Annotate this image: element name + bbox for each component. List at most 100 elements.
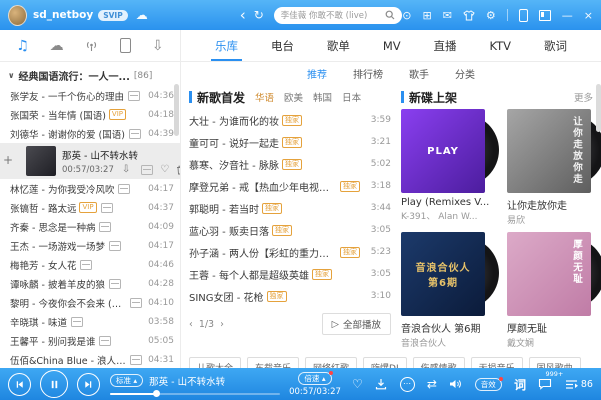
new-song-row[interactable]: 孙子涵 - 两人份【彩虹的重力电视...独家5:23 xyxy=(189,241,391,263)
lang-tab-0[interactable]: 华语 xyxy=(255,90,274,104)
avatar[interactable] xyxy=(8,5,27,26)
mv-icon[interactable] xyxy=(141,165,153,175)
cloud-disk-icon[interactable]: ☁ xyxy=(50,39,64,53)
comments-button[interactable]: 999+ xyxy=(538,378,552,390)
album-cover[interactable]: PLAY xyxy=(401,109,485,193)
new-song-row[interactable]: 王蓉 - 每个人都是超级英雄独家3:05 xyxy=(189,263,391,285)
main-tab-2[interactable]: 歌单 xyxy=(327,30,350,61)
sub-tab-1[interactable]: 排行榜 xyxy=(353,66,383,81)
lang-tab-3[interactable]: 日本 xyxy=(342,90,361,104)
main-tab-4[interactable]: 直播 xyxy=(434,30,457,61)
lang-tab-2[interactable]: 韩国 xyxy=(313,90,332,104)
tag-4[interactable]: 伤感情歌 xyxy=(413,357,465,368)
playlist-song-row[interactable]: 谭咏麟 - 披着羊皮的狼04:28 xyxy=(0,274,180,293)
sub-tab-3[interactable]: 分类 xyxy=(455,66,475,81)
sound-effect-button[interactable]: 音效 xyxy=(475,378,502,391)
new-song-row[interactable]: 蓝心羽 - 贩卖日落独家3:05 xyxy=(189,219,391,241)
playlist-song-row[interactable]: 辛晓琪 - 味道03:58 xyxy=(0,312,180,331)
more-options-icon[interactable]: ⋯ xyxy=(400,377,415,392)
search-icon[interactable] xyxy=(385,10,395,20)
playlist-song-row[interactable]: 黎明 - 今夜你会不会来 (国语)04:10 xyxy=(0,293,180,312)
album-card[interactable]: 厚颜无耻厚颜无耻戴文娴 xyxy=(507,232,601,349)
mv-icon[interactable] xyxy=(109,241,121,251)
main-tab-3[interactable]: MV xyxy=(383,30,401,61)
skin-icon[interactable] xyxy=(463,10,475,21)
new-song-row[interactable]: 摩登兄弟 - 戒【热血少年电视剧片...独家3:18 xyxy=(189,175,391,197)
radio-icon[interactable] xyxy=(84,39,99,52)
current-song-thumbnail[interactable] xyxy=(26,146,56,176)
main-tab-1[interactable]: 电台 xyxy=(271,30,294,61)
previous-button[interactable] xyxy=(8,373,31,396)
album-cover[interactable]: 厚颜无耻 xyxy=(507,232,591,316)
quality-selector[interactable]: 标准 ▴ xyxy=(110,374,143,387)
mv-icon[interactable] xyxy=(128,91,140,101)
new-song-row[interactable]: 慕寒、汐音社 - 脉脉独家5:02 xyxy=(189,153,391,175)
refresh-icon[interactable]: ↻ xyxy=(254,9,264,21)
playlist-song-row[interactable]: 齐秦 - 思念是一种病04:09 xyxy=(0,217,180,236)
album-cover[interactable]: 让你走放你走 xyxy=(507,109,591,193)
chevron-down-icon[interactable]: ∨ xyxy=(8,71,15,80)
mv-icon[interactable] xyxy=(129,129,141,139)
username[interactable]: sd_netboy xyxy=(33,9,93,21)
music-library-icon[interactable]: ♫ xyxy=(16,39,29,53)
progress-knob[interactable] xyxy=(153,390,160,397)
favorite-heart-icon[interactable]: ♡ xyxy=(352,378,363,390)
playlist-song-row[interactable]: 王馨平 - 别问我是谁05:05 xyxy=(0,331,180,350)
album-title[interactable]: 让你走放你走 xyxy=(507,197,601,212)
new-song-row[interactable]: SING女团 - 花枪独家3:10 xyxy=(189,285,391,307)
download-icon[interactable]: ⇩ xyxy=(122,165,130,175)
page-prev-icon[interactable]: ‹ xyxy=(189,319,193,330)
main-tab-5[interactable]: KTV xyxy=(489,30,511,61)
tag-6[interactable]: 国风歌曲 xyxy=(529,357,581,368)
new-song-row[interactable]: 郭聪明 - 若当时独家3:44 xyxy=(189,197,391,219)
sub-tab-2[interactable]: 歌手 xyxy=(409,66,429,81)
tag-2[interactable]: 网络红歌 xyxy=(305,357,357,368)
music-recognition-icon[interactable]: ⊙ xyxy=(402,10,411,21)
device-icon[interactable] xyxy=(120,38,131,53)
progress-bar[interactable] xyxy=(110,393,280,395)
mini-mode-icon[interactable] xyxy=(539,10,551,21)
search-input[interactable]: 李佳薇 你敢不敢 (live) xyxy=(274,7,402,24)
play-queue-button[interactable]: 86 xyxy=(565,379,593,390)
new-song-row[interactable]: 童可可 - 说好一起走独家3:21 xyxy=(189,131,391,153)
apps-grid-icon[interactable]: ⊞ xyxy=(422,10,431,21)
album-title[interactable]: 音浪合伙人 第6期 xyxy=(401,320,499,335)
tag-0[interactable]: 儿歌大全 xyxy=(189,357,241,368)
minimize-icon[interactable]: — xyxy=(562,10,573,21)
lyrics-button[interactable]: 词 xyxy=(514,376,526,393)
playlist-song-row[interactable]: 林忆莲 - 为你我受冷风吹04:17 xyxy=(0,179,180,198)
playlist-song-row[interactable]: 张国荣 - 当年情 (国语)VIP04:18 xyxy=(0,105,180,124)
mv-icon[interactable] xyxy=(99,336,111,346)
album-cover[interactable]: 音浪合伙人第6期 xyxy=(401,232,485,316)
mv-icon[interactable] xyxy=(99,222,111,232)
play-mode-icon[interactable]: ⇄ xyxy=(427,378,437,390)
playlist-song-row[interactable]: 王杰 - 一场游戏一场梦04:17 xyxy=(0,236,180,255)
phone-icon[interactable] xyxy=(519,9,528,22)
playlist-song-row[interactable]: 刘德华 - 谢谢你的爱 (国语)04:39 xyxy=(0,124,180,143)
playlist-header[interactable]: ∨ 经典国语流行：一人一... [86] xyxy=(0,62,180,86)
heart-icon[interactable]: ♡ xyxy=(160,165,169,175)
speed-selector[interactable]: 倍速 ▴ xyxy=(298,372,331,385)
playlist-song-row[interactable]: 梅艳芳 - 女人花04:46 xyxy=(0,255,180,274)
playing-song-row[interactable]: +那英 - 山不转水转00:57/03:27⇩♡⊖ xyxy=(0,143,180,179)
add-icon[interactable]: + xyxy=(3,153,13,167)
playlist-song-row[interactable]: 伍佰&China Blue - 浪人情歌04:31 xyxy=(0,350,180,368)
more-link[interactable]: 更多 xyxy=(574,90,593,104)
playlist-song-row[interactable]: 张学友 - 一千个伤心的理由04:36 xyxy=(0,86,180,105)
content-scrollbar[interactable] xyxy=(596,84,601,132)
sidebar-scrollbar[interactable] xyxy=(174,84,179,136)
play-all-button[interactable]: ▷ 全部播放 xyxy=(322,313,391,335)
tag-5[interactable]: 无损音乐 xyxy=(471,357,523,368)
mv-icon[interactable] xyxy=(130,355,142,365)
pause-button[interactable] xyxy=(40,370,68,398)
mv-icon[interactable] xyxy=(80,260,92,270)
mv-icon[interactable] xyxy=(71,317,83,327)
settings-gear-icon[interactable]: ⚙ xyxy=(486,10,496,21)
album-card[interactable]: 让你走放你走让你走放你走易欣 xyxy=(507,109,601,226)
album-title[interactable]: Play (Remixes V... xyxy=(401,197,499,208)
main-tab-6[interactable]: 歌词 xyxy=(544,30,567,61)
mail-icon[interactable]: ✉ xyxy=(443,10,452,21)
cloud-sync-icon[interactable]: ☁ xyxy=(136,9,148,21)
mv-icon[interactable] xyxy=(101,203,113,213)
close-icon[interactable]: × xyxy=(584,10,593,21)
